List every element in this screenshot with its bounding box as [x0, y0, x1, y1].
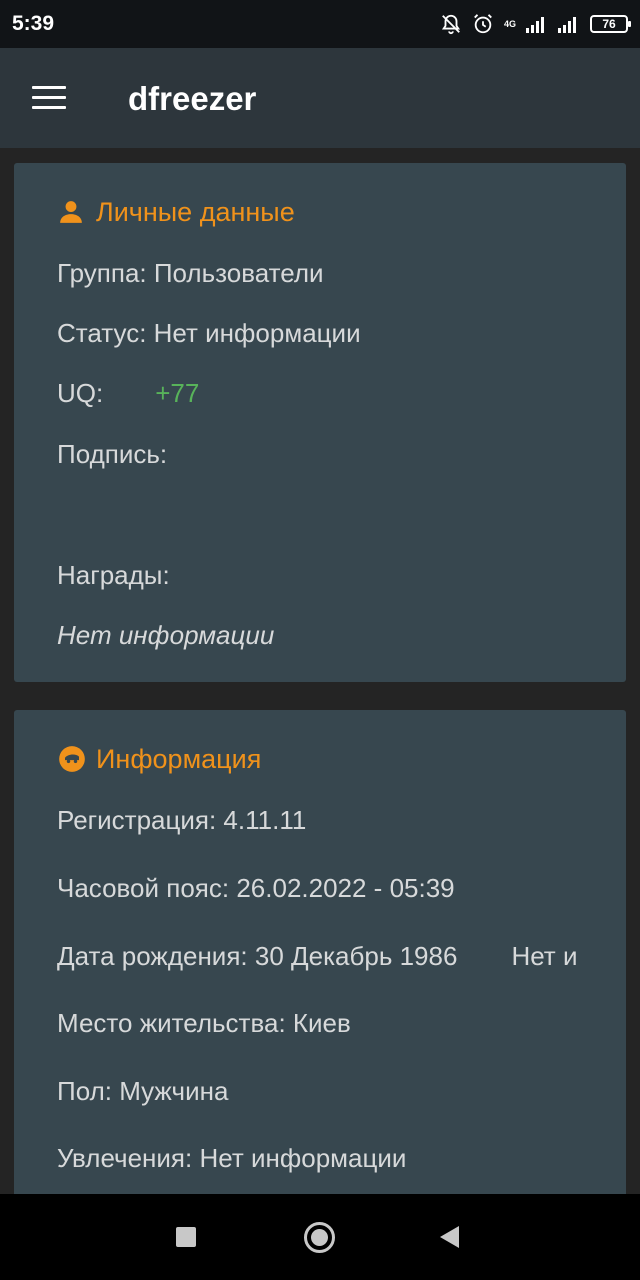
- information-title: Информация: [96, 744, 262, 774]
- bell-off-icon: [441, 14, 461, 35]
- birthday-overflow-text: Нет и: [511, 941, 578, 971]
- signal-icon: [526, 17, 544, 33]
- app-title: dfreezer: [128, 80, 257, 117]
- recents-button[interactable]: [176, 1227, 196, 1247]
- network-type-label: 4G: [503, 18, 516, 29]
- birthday-row: Дата рождения: 30 Декабрь 1986 Нет и: [57, 941, 577, 972]
- hamburger-menu-icon[interactable]: [32, 86, 66, 110]
- awards-label: Награды:: [57, 560, 170, 590]
- back-button[interactable]: [440, 1226, 459, 1248]
- face-icon: [59, 746, 85, 772]
- personal-data-title: Личные данные: [96, 197, 295, 227]
- uq-row: UQ: +77: [57, 378, 199, 409]
- timezone-row: Часовой пояс: 26.02.2022 - 05:39: [57, 873, 455, 903]
- app-bar: dfreezer: [0, 48, 640, 148]
- status-icons: 4G 76: [440, 12, 631, 36]
- person-icon: [60, 201, 82, 223]
- gender-row: Пол: Мужчина: [57, 1076, 229, 1106]
- battery-icon: 76: [590, 15, 631, 33]
- information-card: Информация Регистрация: 4.11.11 Часовой …: [14, 710, 626, 1210]
- system-nav-bar: [0, 1194, 640, 1280]
- uq-label: UQ:: [57, 378, 104, 408]
- home-button[interactable]: [304, 1222, 335, 1253]
- uq-value: +77: [155, 378, 200, 408]
- signal-icon-2: [558, 17, 576, 33]
- group-row: Группа: Пользователи: [57, 258, 324, 288]
- registration-row: Регистрация: 4.11.11: [57, 805, 307, 835]
- signature-row: Подпись:: [57, 439, 168, 469]
- status-time: 5:39: [12, 12, 55, 35]
- status-bar: 5:39 4G 76: [0, 0, 640, 48]
- alarm-icon: [474, 14, 492, 34]
- status-row: Статус: Нет информации: [57, 318, 361, 348]
- personal-data-card: Личные данные Группа: Пользователи Стату…: [14, 163, 626, 682]
- awards-value: Нет информации: [57, 620, 275, 650]
- hobbies-row: Увлечения: Нет информации: [57, 1143, 407, 1173]
- residence-row: Место жительства: Киев: [57, 1008, 351, 1038]
- birthday-text: Дата рождения: 30 Декабрь 1986: [57, 941, 458, 971]
